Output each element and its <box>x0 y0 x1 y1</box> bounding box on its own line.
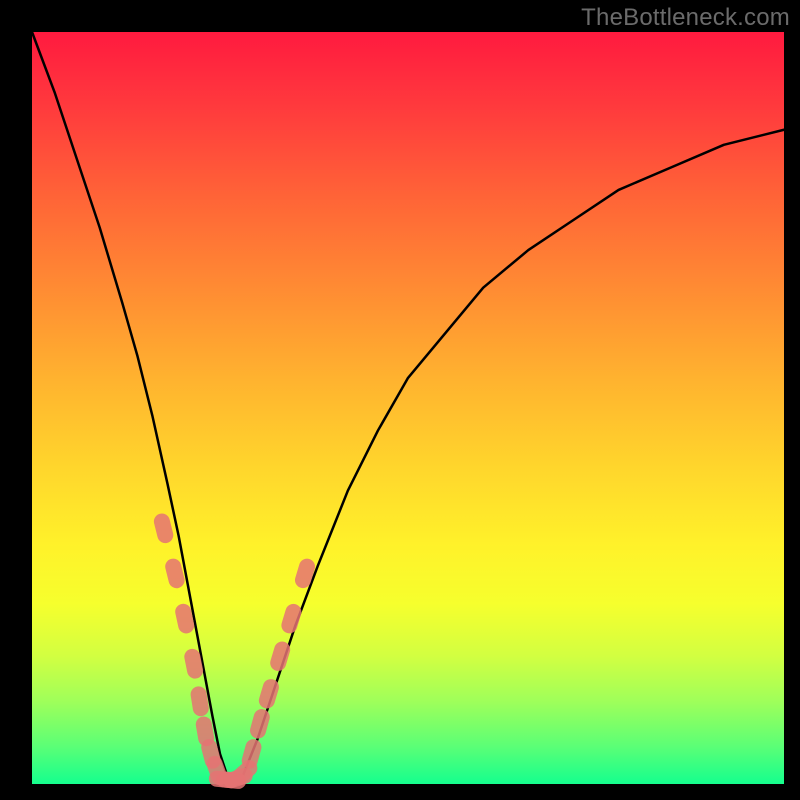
marker-highlight-markers-right <box>240 737 263 770</box>
marker-highlight-markers-right <box>293 557 317 590</box>
chart-frame: TheBottleneck.com <box>0 0 800 800</box>
marker-highlight-markers-right <box>248 707 271 740</box>
marker-highlight-markers-left <box>152 512 175 545</box>
curve-bottleneck-curve <box>32 32 784 780</box>
chart-svg <box>0 0 800 800</box>
marker-highlight-markers-right <box>279 602 303 635</box>
